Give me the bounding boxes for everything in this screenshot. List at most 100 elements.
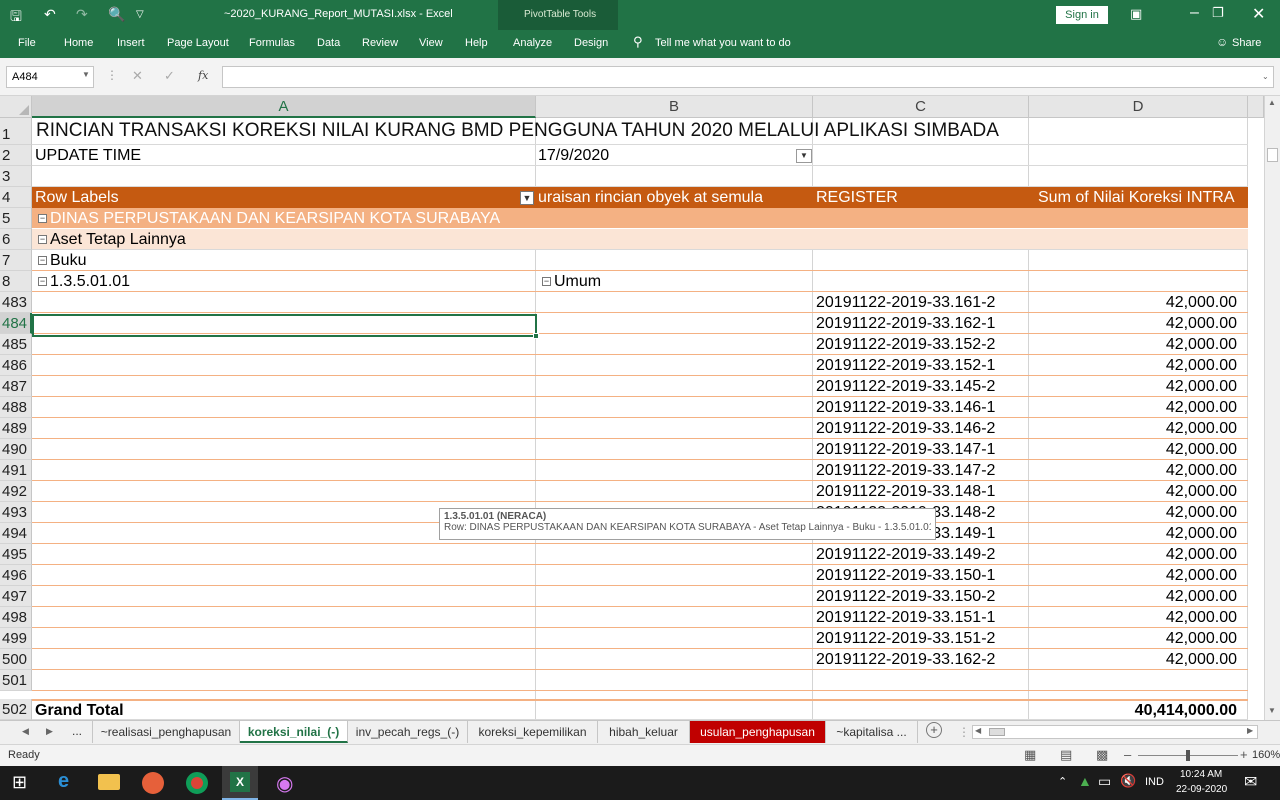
formula-input[interactable] [222, 66, 1274, 88]
row-header[interactable]: 486 [0, 355, 32, 376]
tab-analyze[interactable]: Analyze [513, 37, 552, 49]
collapse-icon[interactable]: − [38, 277, 47, 287]
value-cell[interactable]: 42,000.00 [1029, 502, 1237, 522]
report-title[interactable]: RINCIAN TRANSAKSI KOREKSI NILAI KURANG B… [36, 118, 999, 144]
row-header[interactable]: 490 [0, 439, 32, 460]
redo-icon[interactable]: ↷ [76, 6, 88, 23]
value-cell[interactable]: 42,000.00 [1029, 565, 1237, 585]
row-header[interactable]: 493 [0, 502, 32, 523]
zoom-level[interactable]: 160% [1252, 749, 1280, 761]
tab-splitter-icon[interactable]: ⋮ [958, 725, 970, 739]
tray-chevron-icon[interactable]: ⌃ [1058, 775, 1067, 788]
sheet-tab-hibah-keluar[interactable]: hibah_keluar [598, 721, 690, 743]
volume-muted-icon[interactable]: 🔇 [1120, 773, 1136, 789]
sheet-tab-usulan-penghapusan[interactable]: usulan_penghapusan [690, 721, 826, 743]
register-header[interactable]: REGISTER [816, 187, 898, 207]
value-cell[interactable]: 42,000.00 [1029, 334, 1237, 354]
collapse-icon[interactable]: − [542, 277, 551, 287]
clock-time[interactable]: 10:24 AM [1180, 769, 1222, 780]
value-cell[interactable]: 42,000.00 [1029, 649, 1237, 669]
sheet-tab-inv-pecah[interactable]: inv_pecah_regs_(-) [348, 721, 468, 743]
sum-value-header[interactable]: Sum of Nilai Koreksi INTRA [1038, 187, 1235, 207]
value-cell[interactable] [1029, 670, 1237, 690]
row-header[interactable]: 489 [0, 418, 32, 439]
register-cell[interactable]: 20191122-2019-33.152-2 [816, 334, 995, 354]
column-header-e[interactable] [1248, 96, 1264, 118]
row-labels-header[interactable]: Row Labels [35, 187, 119, 207]
value-cell[interactable]: 42,000.00 [1029, 355, 1237, 375]
share-button[interactable]: Share [1232, 37, 1261, 49]
restore-icon[interactable]: ❐ [1212, 5, 1224, 21]
value-cell[interactable]: 42,000.00 [1029, 481, 1237, 501]
collapse-icon[interactable]: − [38, 235, 47, 245]
row-header[interactable]: 483 [0, 292, 32, 313]
vertical-scrollbar[interactable]: ▲ ▼ [1264, 96, 1280, 720]
notifications-icon[interactable]: ✉ [1244, 772, 1257, 792]
value-cell[interactable]: 42,000.00 [1029, 439, 1237, 459]
edge-browser-icon[interactable]: e [58, 770, 69, 793]
row-header[interactable]: 484 [0, 313, 32, 334]
network-icon[interactable]: ▭ [1098, 773, 1111, 790]
group-dinas[interactable]: − DINAS PERPUSTAKAAN DAN KEARSIPAN KOTA S… [38, 208, 500, 228]
value-cell[interactable]: 42,000.00 [1029, 397, 1237, 417]
value-cell[interactable]: 42,000.00 [1029, 607, 1237, 627]
update-time-label[interactable]: UPDATE TIME [35, 145, 141, 165]
value-cell[interactable]: 42,000.00 [1029, 586, 1237, 606]
register-cell[interactable]: 20191122-2019-33.146-1 [816, 397, 995, 417]
grand-total-label[interactable]: Grand Total [35, 701, 124, 719]
sign-in-button[interactable]: Sign in [1056, 6, 1108, 24]
tab-home[interactable]: Home [64, 37, 93, 49]
value-cell[interactable]: 42,000.00 [1029, 313, 1237, 333]
expand-formula-bar-icon[interactable]: ⌄ [1262, 72, 1269, 81]
register-cell[interactable]: 20191122-2019-33.151-2 [816, 628, 995, 648]
row-header[interactable]: 500 [0, 649, 32, 670]
horizontal-scrollbar[interactable]: ◀ ▶ [972, 725, 1258, 739]
input-language[interactable]: IND [1145, 776, 1164, 788]
register-cell[interactable]: 20191122-2019-33.148-1 [816, 481, 995, 501]
sheet-tab-koreksi-kepemilikan[interactable]: koreksi_kepemilikan [468, 721, 598, 743]
register-cell[interactable]: 20191122-2019-33.150-2 [816, 586, 995, 606]
grand-total-value[interactable]: 40,414,000.00 [1029, 701, 1237, 719]
register-cell[interactable]: 20191122-2019-33.150-1 [816, 565, 995, 585]
tab-file[interactable]: File [18, 37, 36, 49]
tell-me-search[interactable]: Tell me what you want to do [655, 37, 791, 49]
cancel-entry-icon[interactable]: ✕ [132, 68, 143, 84]
value-cell[interactable]: 42,000.00 [1029, 523, 1237, 543]
ribbon-display-icon[interactable]: ▣ [1130, 6, 1142, 22]
value-cell[interactable]: 42,000.00 [1029, 460, 1237, 480]
row-header[interactable]: 7 [0, 250, 32, 271]
update-time-value[interactable]: 17/9/2020 [538, 145, 609, 165]
row-header[interactable]: 502 [0, 699, 32, 720]
zoom-slider-thumb[interactable] [1186, 750, 1190, 761]
select-all-corner[interactable] [0, 96, 32, 118]
close-icon[interactable]: ✕ [1252, 4, 1265, 24]
group-umum[interactable]: − Umum [542, 271, 601, 291]
hscroll-thumb[interactable] [989, 728, 1005, 736]
tab-insert[interactable]: Insert [117, 37, 145, 49]
row-header[interactable]: 485 [0, 334, 32, 355]
page-break-view-icon[interactable]: ▩ [1096, 747, 1108, 763]
row-header[interactable]: 499 [0, 628, 32, 649]
row-header[interactable]: 8 [0, 271, 32, 292]
scroll-up-icon[interactable]: ▲ [1268, 98, 1276, 107]
sheet-tab-koreksi-nilai[interactable]: koreksi_nilai_(-) [240, 721, 348, 743]
windows-start-icon[interactable]: ⊞ [12, 772, 27, 793]
tab-view[interactable]: View [419, 37, 443, 49]
tab-review[interactable]: Review [362, 37, 398, 49]
column-header-b[interactable]: B [536, 96, 813, 118]
minimize-icon[interactable]: – [1190, 4, 1199, 22]
tab-data[interactable]: Data [317, 37, 340, 49]
zoom-in-icon[interactable]: + [1240, 747, 1248, 762]
collapse-icon[interactable]: − [38, 256, 47, 266]
tab-design[interactable]: Design [574, 37, 608, 49]
value-cell[interactable]: 42,000.00 [1029, 628, 1237, 648]
row-header[interactable]: 6 [0, 229, 32, 250]
tab-scroll-right-icon[interactable]: ▶ [46, 726, 53, 737]
row-header[interactable]: 3 [0, 166, 32, 187]
row-header[interactable]: 492 [0, 481, 32, 502]
sheet-tab-kapitalisa[interactable]: ~kapitalisa ... [826, 721, 918, 743]
zoom-out-icon[interactable]: – [1124, 747, 1131, 762]
row-header[interactable]: 5 [0, 208, 32, 229]
value-cell[interactable]: 42,000.00 [1029, 376, 1237, 396]
column-header-d[interactable]: D [1029, 96, 1248, 118]
